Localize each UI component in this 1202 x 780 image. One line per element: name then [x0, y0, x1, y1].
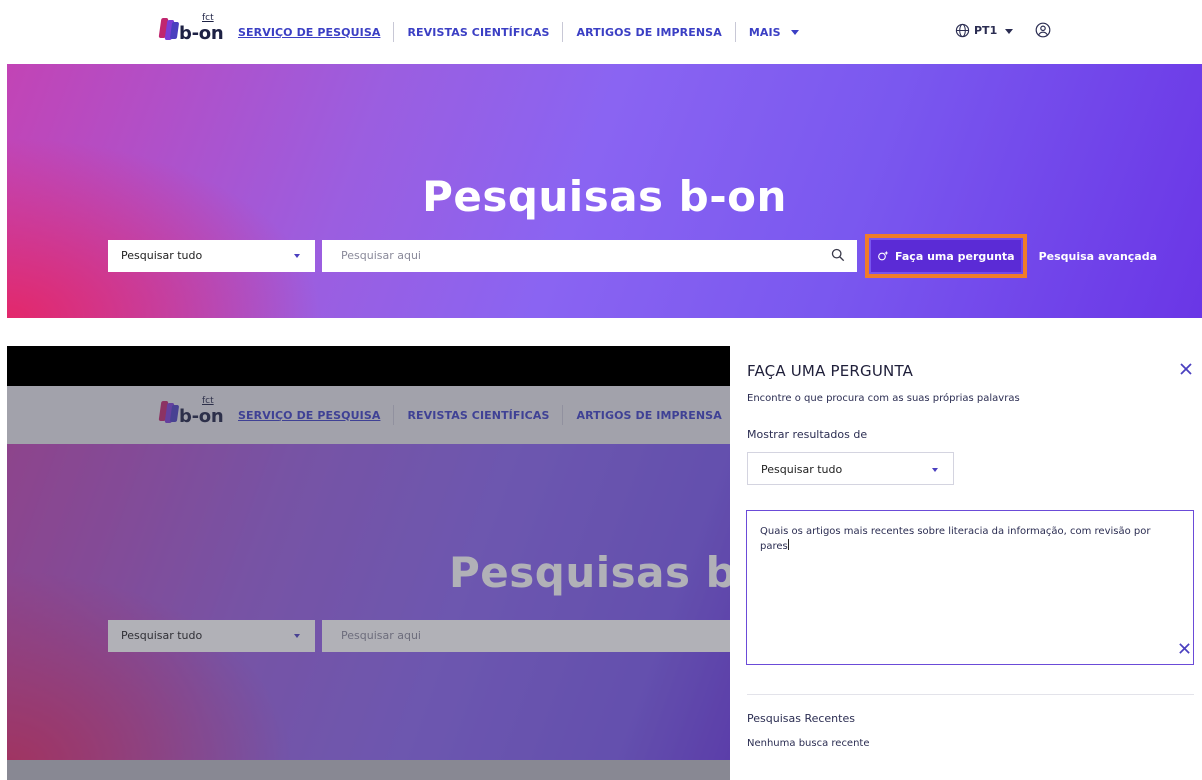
b-on-logo[interactable]: b-on fct [158, 396, 224, 428]
question-textarea[interactable]: Quais os artigos mais recentes sobre lit… [746, 510, 1194, 665]
results-scope-select[interactable]: Pesquisar tudo [747, 452, 954, 485]
search-scope-select[interactable]: Pesquisar tudo [108, 620, 315, 652]
nav-item-servico-de-pesquisa[interactable]: SERVIÇO DE PESQUISA [238, 409, 380, 422]
nav-item-revistas-cientificas[interactable]: REVISTAS CIENTÍFICAS [407, 26, 549, 39]
ask-question-drawer: FAÇA UMA PERGUNTA Encontre o que procura… [730, 346, 1202, 780]
hero-banner: Pesquisas b-on Pesquisar tudo Pesquisar … [7, 64, 1202, 318]
results-scope-value: Pesquisar tudo [761, 463, 843, 476]
search-placeholder: Pesquisar aqui [341, 629, 421, 642]
logo-text: b-on [179, 406, 224, 427]
chevron-down-icon [294, 634, 300, 638]
search-bar: Pesquisar tudo Pesquisar aqui [108, 620, 740, 652]
language-selector[interactable]: PT1 [974, 23, 1014, 37]
b-on-logo[interactable]: b-on fct [158, 13, 224, 45]
search-bar: Pesquisar tudo Pesquisar aqui Faça uma p… [108, 234, 1157, 278]
nav-divider [734, 22, 736, 42]
ai-spark-icon [878, 250, 889, 261]
ask-question-label: Faça uma pergunta [895, 249, 1015, 263]
advanced-search-link[interactable]: Pesquisa avançada [1039, 240, 1157, 272]
nav-divider [393, 405, 395, 425]
search-placeholder: Pesquisar aqui [341, 249, 421, 262]
top-navbar-dimmed: b-on fct SERVIÇO DE PESQUISA REVISTAS CI… [7, 386, 740, 444]
search-input[interactable]: Pesquisar aqui [322, 620, 740, 652]
chevron-down-icon [1005, 28, 1014, 34]
chevron-down-icon [294, 254, 300, 258]
nav-item-artigos-de-imprensa[interactable]: ARTIGOS DE IMPRENSA [576, 26, 721, 39]
nav-item-mais-label: MAIS [748, 25, 781, 39]
question-text: Quais os artigos mais recentes sobre lit… [760, 526, 1151, 552]
results-scope-label: Mostrar resultados de [747, 428, 868, 441]
clear-icon[interactable] [1178, 642, 1191, 655]
main-nav: SERVIÇO DE PESQUISA REVISTAS CIENTÍFICAS… [238, 0, 799, 64]
ask-question-button[interactable]: Faça uma pergunta [871, 240, 1021, 272]
drawer-subtitle: Encontre o que procura com as suas própr… [747, 393, 1020, 404]
chevron-down-icon [790, 30, 799, 35]
search-icon[interactable] [831, 248, 845, 262]
text-cursor [787, 539, 789, 550]
ask-question-drawer-screenshot: b-on fct SERVIÇO DE PESQUISA REVISTAS CI… [0, 346, 1202, 780]
logo-fct: fct [202, 396, 214, 406]
ask-question-highlight: Faça uma pergunta [865, 234, 1027, 278]
hero-title: Pesquisas b- [449, 548, 740, 597]
user-account-icon[interactable] [1035, 22, 1051, 38]
main-nav: SERVIÇO DE PESQUISA REVISTAS CIENTÍFICAS… [238, 386, 740, 444]
nav-item-servico-de-pesquisa[interactable]: SERVIÇO DE PESQUISA [238, 26, 380, 39]
nav-divider [562, 405, 564, 425]
book-logo-icon [158, 18, 180, 40]
language-label: PT1 [974, 23, 998, 37]
logo-fct: fct [202, 13, 214, 23]
footer-strip [7, 760, 740, 780]
hero-title: Pesquisas b-on [422, 172, 787, 221]
nav-divider [393, 22, 395, 42]
hero-banner-dimmed: Pesquisas b- Pesquisar tudo Pesquisar aq… [7, 444, 740, 766]
top-navbar: b-on fct SERVIÇO DE PESQUISA REVISTAS CI… [0, 0, 1202, 64]
nav-item-artigos-de-imprensa[interactable]: ARTIGOS DE IMPRENSA [576, 409, 721, 422]
nav-item-revistas-cientificas[interactable]: REVISTAS CIENTÍFICAS [407, 409, 549, 422]
search-scope-value: Pesquisar tudo [121, 629, 203, 642]
drawer-title: FAÇA UMA PERGUNTA [747, 362, 914, 380]
search-input[interactable]: Pesquisar aqui [322, 240, 857, 272]
nav-item-mais[interactable]: MAIS [749, 26, 799, 39]
logo-text: b-on [179, 23, 224, 44]
globe-icon [955, 23, 970, 37]
search-scope-value: Pesquisar tudo [121, 249, 203, 262]
close-icon[interactable] [1179, 362, 1193, 376]
book-logo-icon [158, 401, 180, 423]
chevron-down-icon [932, 468, 938, 472]
header-tools: PT1 [955, 22, 1051, 38]
top-black-bar [7, 346, 740, 386]
recent-searches-empty: Nenhuma busca recente [747, 738, 870, 749]
nav-divider [562, 22, 564, 42]
search-scope-select[interactable]: Pesquisar tudo [108, 240, 315, 272]
section-divider [747, 694, 1194, 695]
recent-searches-title: Pesquisas Recentes [747, 712, 855, 725]
